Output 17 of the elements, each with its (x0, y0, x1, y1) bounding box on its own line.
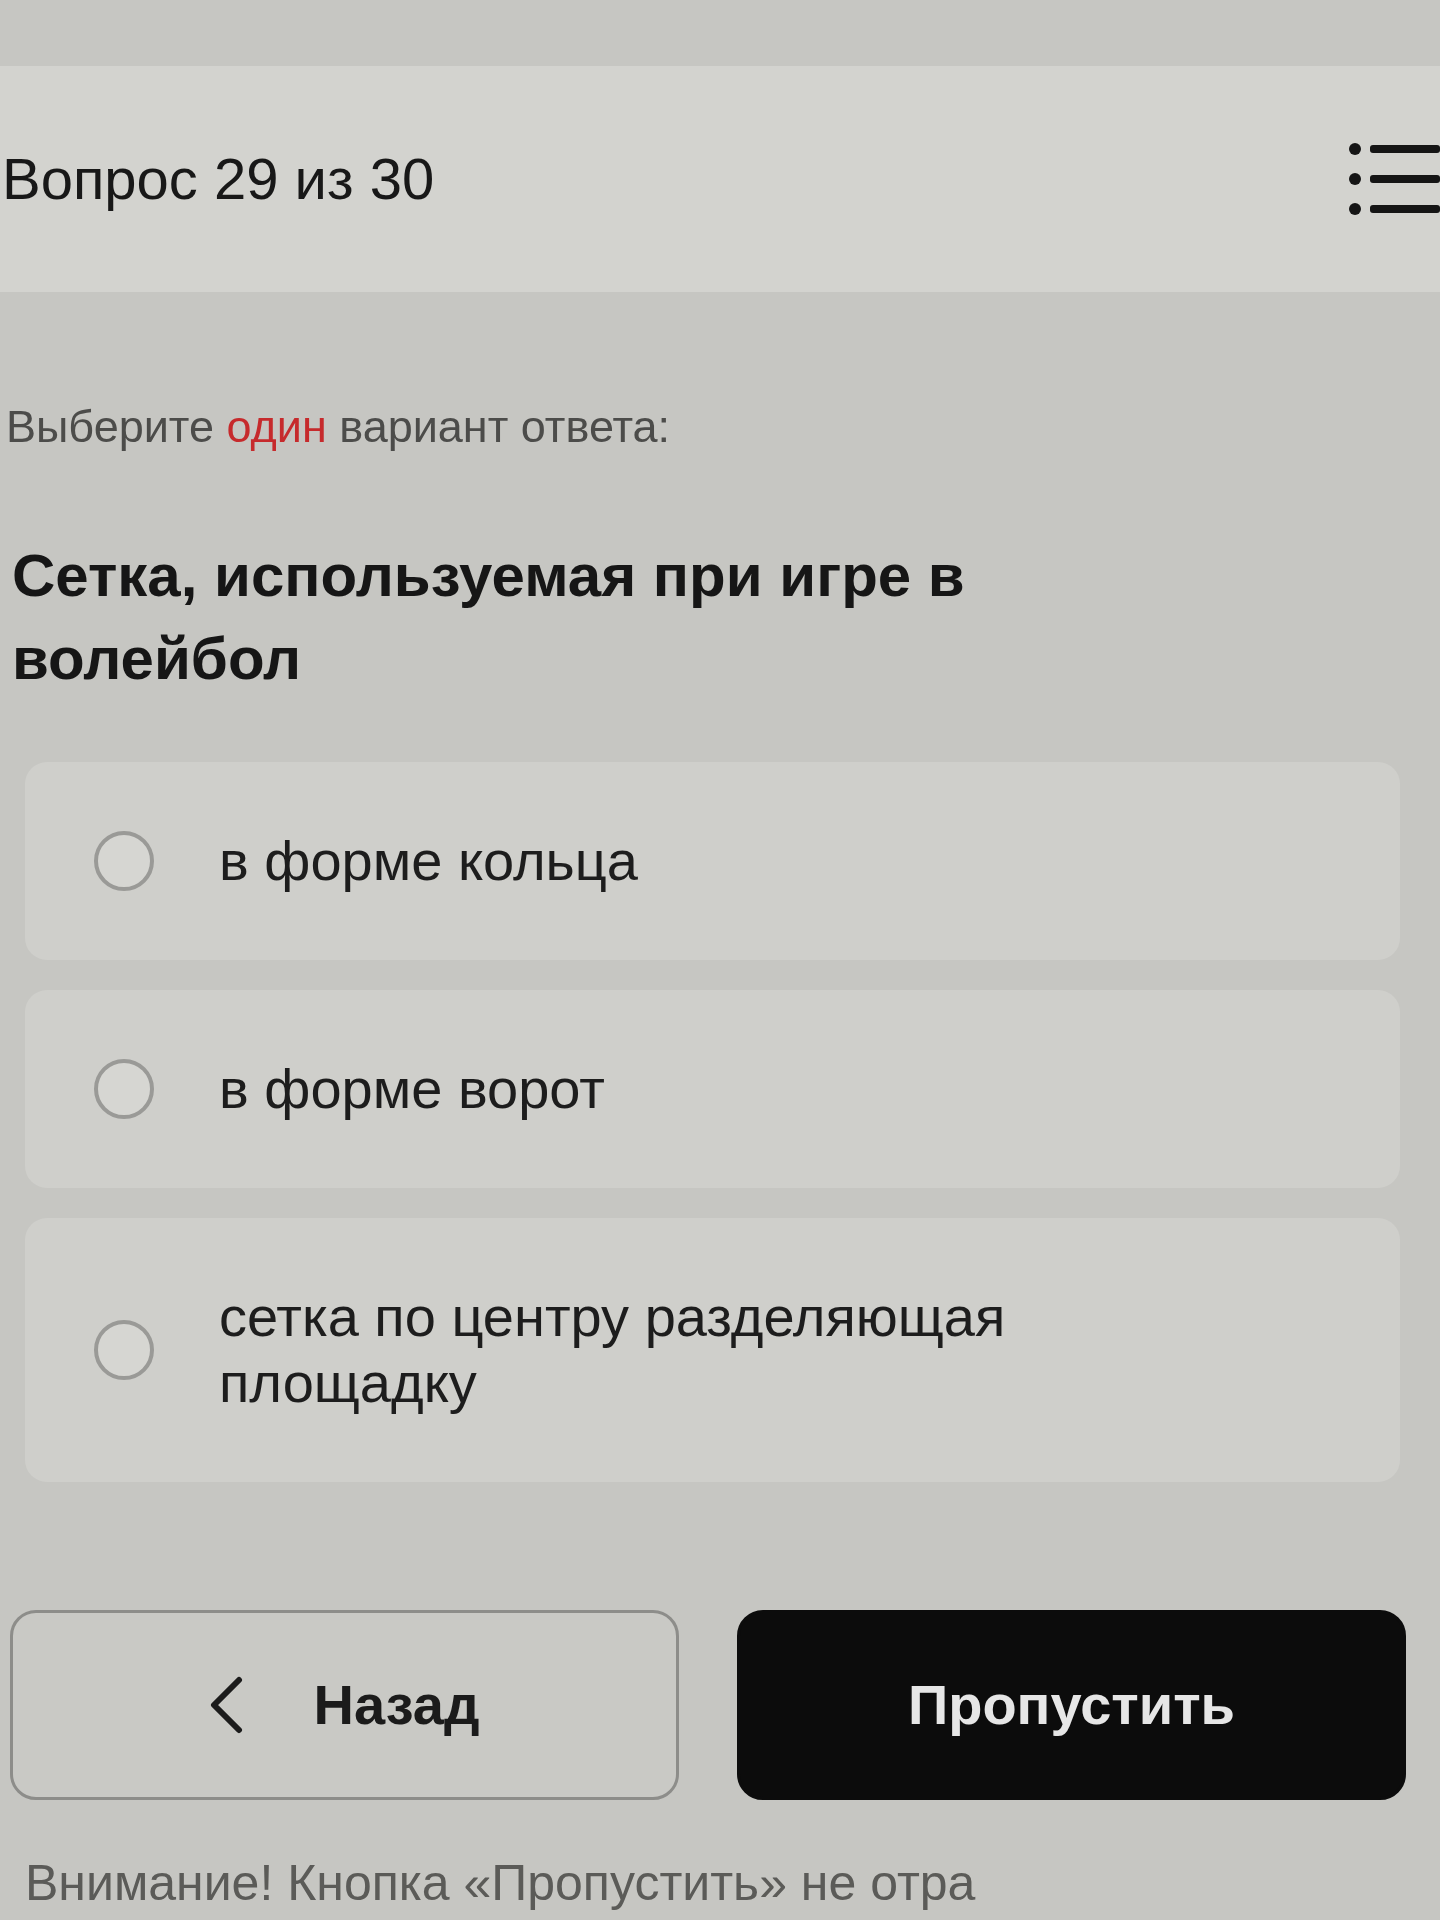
option-label: сетка по центру разделяющая площадку (219, 1284, 1007, 1416)
skip-button[interactable]: Пропустить (737, 1610, 1406, 1800)
chevron-left-icon (209, 1676, 244, 1734)
radio-button[interactable] (93, 1319, 155, 1381)
question-list-icon[interactable] (1348, 141, 1440, 217)
warning-text: Внимание! Кнопка «Пропустить» не отра (25, 1856, 977, 1911)
option-label: в форме ворот (219, 1056, 605, 1122)
radio-button[interactable] (93, 830, 155, 892)
radio-button[interactable] (93, 1058, 155, 1120)
question-text: Сетка, используемая при игре в волейбол (12, 541, 966, 694)
option-label: в форме кольца (219, 828, 638, 894)
instruction-text: Выберите один вариант ответа: (6, 400, 672, 454)
answer-option[interactable]: сетка по центру разделяющая площадку (25, 1218, 1400, 1482)
answer-option[interactable]: в форме ворот (25, 990, 1400, 1188)
question-counter: Вопрос 29 из 30 (2, 147, 435, 211)
answer-option[interactable]: в форме кольца (25, 762, 1400, 960)
back-button[interactable]: Назад (10, 1610, 679, 1800)
